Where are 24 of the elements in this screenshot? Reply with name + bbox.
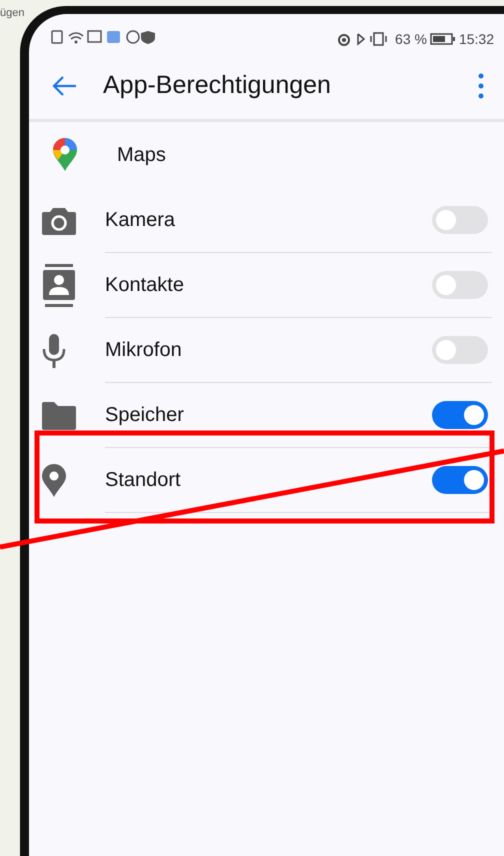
- permission-label: Kamera: [105, 208, 176, 232]
- page-title: App-Berechtigungen: [103, 71, 332, 100]
- permission-label: Kontakte: [105, 274, 184, 296]
- contact-card-icon: [41, 264, 77, 308]
- battery-icon: [430, 33, 456, 45]
- microphone-icon: [41, 332, 67, 368]
- toggle-switch[interactable]: [432, 466, 488, 494]
- map-pin-icon: [52, 138, 78, 172]
- status-time: 15:32: [458, 31, 494, 47]
- permission-label: Mikrofon: [105, 338, 182, 362]
- toggle-switch[interactable]: [432, 401, 488, 429]
- toggle-switch[interactable]: [432, 271, 488, 299]
- permission-label: Standort: [105, 468, 181, 492]
- folder-icon: [41, 400, 77, 430]
- permission-label: Speicher: [105, 404, 184, 426]
- battery-percentage: 63 %: [395, 31, 427, 47]
- background-text: ügen: [0, 7, 24, 19]
- toggle-switch[interactable]: [432, 336, 488, 364]
- camera-icon: [41, 206, 77, 236]
- toggle-switch[interactable]: [432, 206, 488, 234]
- location-pin-icon: [41, 464, 67, 498]
- app-name: Maps: [117, 144, 166, 166]
- more-options-icon[interactable]: [478, 72, 484, 98]
- back-arrow-icon[interactable]: [51, 74, 77, 96]
